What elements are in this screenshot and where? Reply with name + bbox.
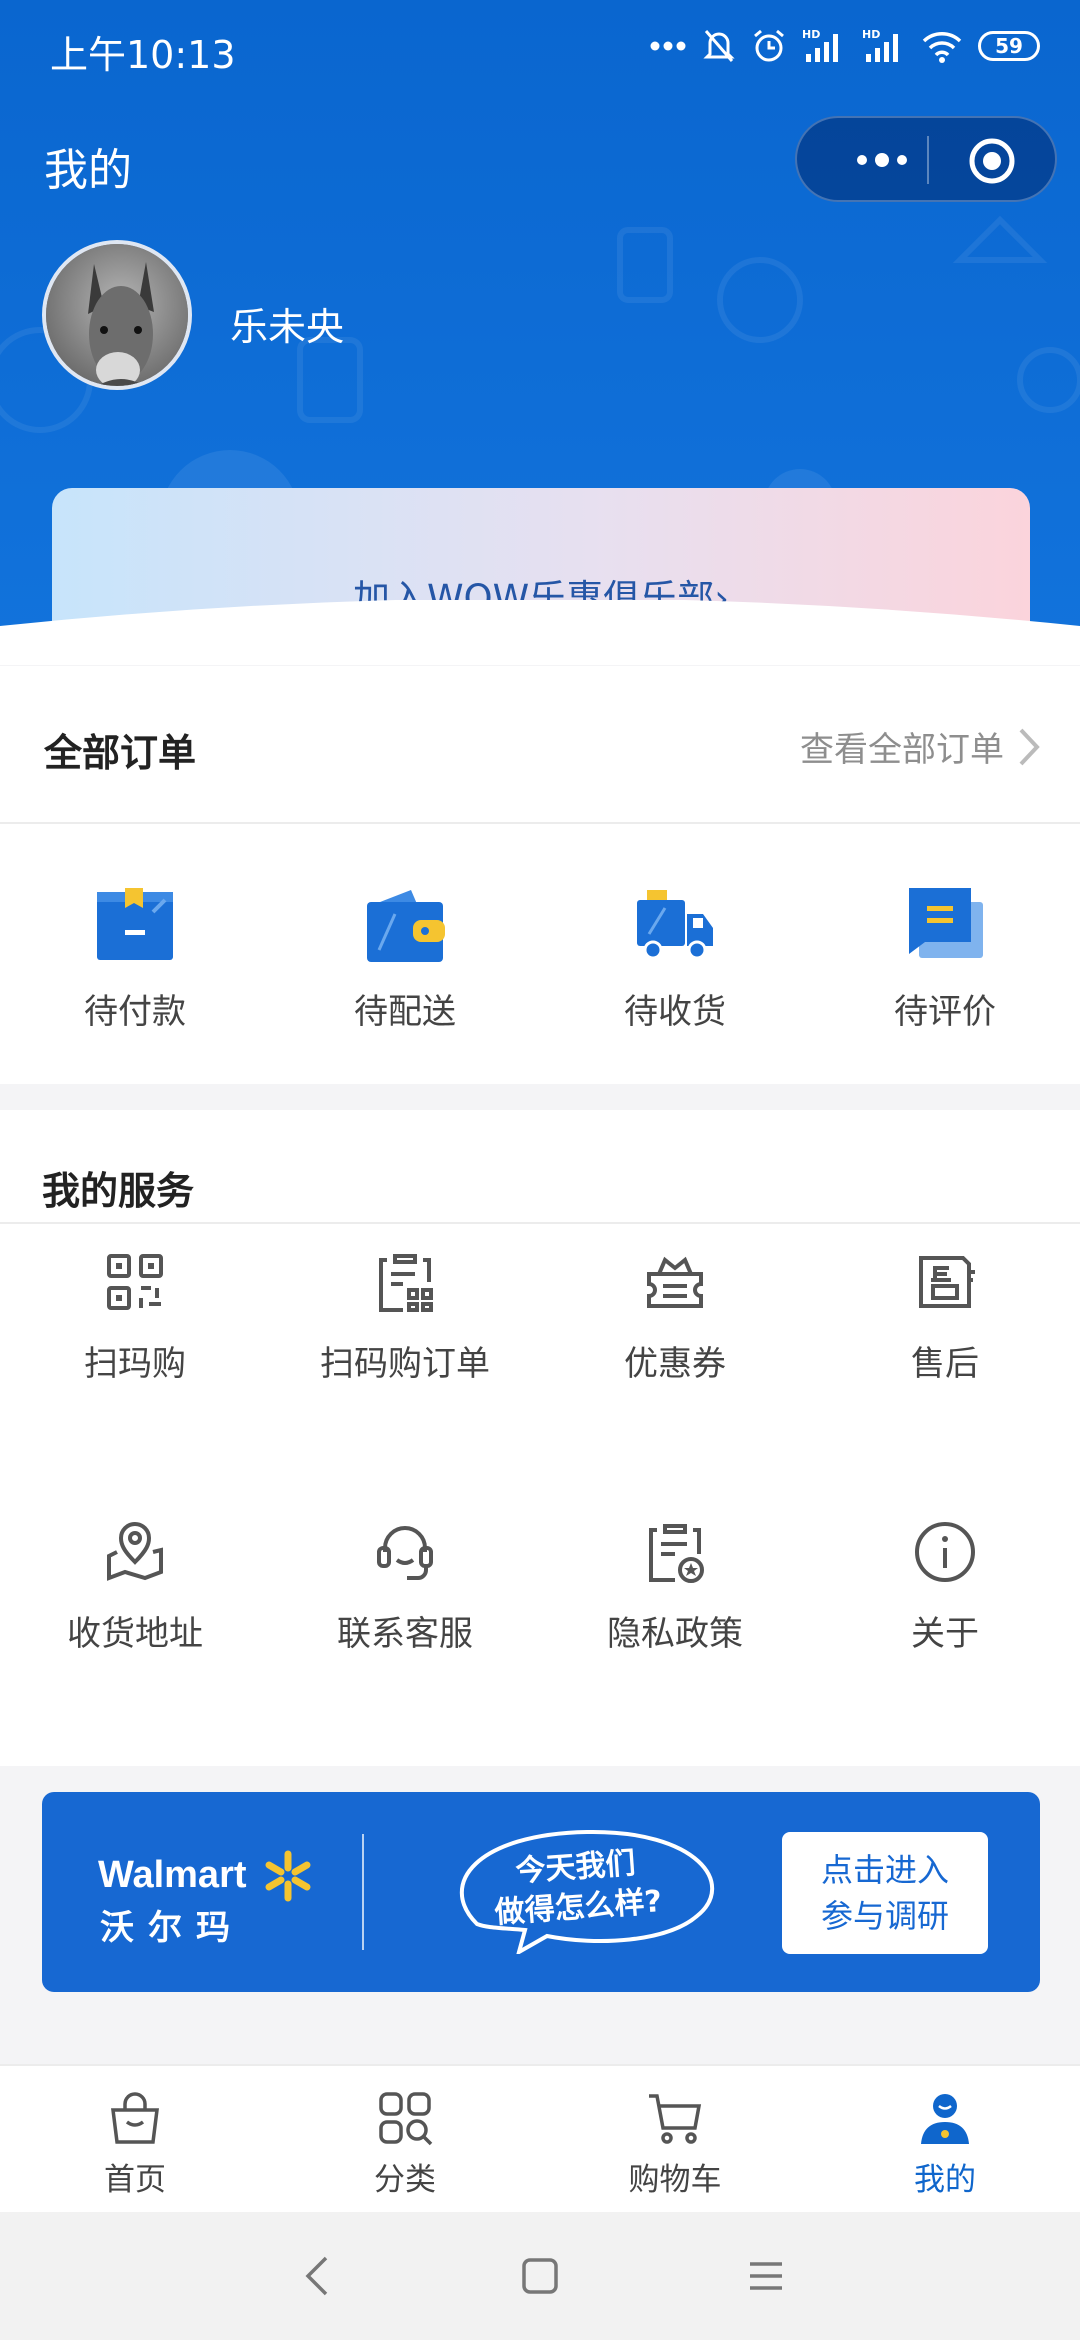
banner-divider: [362, 1834, 364, 1950]
service-label: 联系客服: [337, 1614, 473, 1654]
survey-button-line-1: 点击进入: [820, 1851, 949, 1889]
box-icon: [97, 888, 173, 960]
services-divider: [0, 1222, 1080, 1224]
survey-button-line-2: 参与调研: [820, 1897, 949, 1935]
alarm-icon: [754, 29, 784, 62]
service-label: 扫码购订单: [320, 1344, 490, 1384]
services-section: 我的服务 扫玛购 扫码购订单 优惠券 售后 收货地址 联系客服 隐私政策 关于: [0, 1110, 1080, 1766]
qr-code-icon: [107, 1254, 163, 1310]
page-title: 我的: [44, 145, 132, 196]
service-after-sales[interactable]: 售后: [810, 1250, 1080, 1385]
username: 乐未央: [230, 305, 345, 349]
survey-button[interactable]: 点击进入 参与调研: [782, 1832, 988, 1954]
service-label: 优惠券: [624, 1344, 726, 1384]
status-bar: 上午10:13 HD HD 59: [0, 0, 1080, 100]
service-privacy-policy[interactable]: 隐私政策: [540, 1520, 810, 1655]
home-square-icon[interactable]: [514, 2250, 566, 2302]
hd-signal-icon: HD: [802, 28, 838, 62]
service-customer-support[interactable]: 联系客服: [270, 1520, 540, 1655]
wallet-icon: [367, 890, 445, 962]
order-label: 待配送: [354, 992, 456, 1032]
status-time: 上午10:13: [50, 33, 236, 77]
info-icon: [915, 1522, 975, 1582]
profile-header: 上午10:13 HD HD 59 我的 乐未央 加入WOW乐惠俱乐部›: [0, 0, 1080, 665]
order-label: 待收货: [624, 992, 726, 1032]
order-label: 待付款: [84, 992, 186, 1032]
tab-mine[interactable]: 我的: [810, 2088, 1080, 2199]
survey-banner[interactable]: Walmart 沃尔玛 今天我们 做得怎么样? 点击进入 参与调研: [42, 1792, 1040, 1992]
service-address[interactable]: 收货地址: [0, 1520, 270, 1655]
orders-title: 全部订单: [44, 731, 197, 775]
walmart-logo-cn: 沃尔玛: [100, 1908, 244, 1948]
shopping-bag-icon: [111, 2092, 159, 2144]
back-icon[interactable]: [292, 2250, 344, 2302]
truck-icon: [637, 890, 713, 960]
tab-label: 分类: [374, 2162, 436, 2198]
avatar[interactable]: [42, 240, 192, 390]
view-all-orders-link[interactable]: 查看全部订单: [800, 722, 1040, 771]
cart-icon: [649, 2094, 702, 2144]
location-map-icon: [107, 1522, 163, 1581]
after-sales-icon: [919, 1256, 975, 1308]
battery-level: 59: [995, 34, 1023, 58]
target-circle-icon[interactable]: [967, 136, 1017, 186]
chevron-right-icon: [1019, 728, 1040, 765]
bubble-text: 今天我们 做得怎么样?: [474, 1841, 679, 1935]
walmart-logo-text: Walmart: [98, 1854, 247, 1896]
qr-order-icon: [379, 1254, 433, 1312]
order-pending-receipt[interactable]: 待收货: [540, 884, 810, 1033]
header-curve: [0, 600, 1080, 665]
privacy-clipboard-icon: [649, 1524, 704, 1583]
headset-icon: [377, 1526, 433, 1580]
service-label: 扫玛购: [84, 1344, 186, 1384]
comment-icon: [909, 888, 983, 958]
service-label: 售后: [911, 1344, 979, 1384]
view-all-orders-label: 查看全部订单: [800, 730, 1004, 770]
order-pending-delivery[interactable]: 待配送: [270, 884, 540, 1033]
more-dots-icon[interactable]: [837, 138, 927, 182]
bottom-tab-bar: 首页 分类 购物车 我的: [0, 2064, 1080, 2214]
tab-category[interactable]: 分类: [270, 2088, 540, 2199]
mute-bell-icon: [703, 30, 735, 62]
tab-cart[interactable]: 购物车: [540, 2088, 810, 2199]
service-scan-buy[interactable]: 扫玛购: [0, 1250, 270, 1385]
order-pending-payment[interactable]: 待付款: [0, 884, 270, 1033]
order-pending-review[interactable]: 待评价: [810, 884, 1080, 1033]
tab-label: 首页: [104, 2162, 166, 2198]
tab-home[interactable]: 首页: [0, 2088, 270, 2199]
tab-label: 购物车: [628, 2162, 722, 2198]
more-dots-icon: [650, 41, 686, 51]
coupon-icon: [647, 1256, 703, 1308]
service-label: 隐私政策: [607, 1614, 743, 1654]
service-coupons[interactable]: 优惠券: [540, 1250, 810, 1385]
service-scan-orders[interactable]: 扫码购订单: [270, 1250, 540, 1385]
svg-text:HD: HD: [862, 28, 880, 41]
wifi-icon: [922, 32, 962, 63]
miniprogram-capsule: [795, 116, 1057, 202]
services-title: 我的服务: [42, 1169, 195, 1213]
status-icons: HD HD 59: [650, 28, 1040, 64]
walmart-spark-icon: [265, 1850, 311, 1902]
service-about[interactable]: 关于: [810, 1520, 1080, 1655]
orders-section: 全部订单 查看全部订单 待付款 待配送 待收货 待评价: [0, 666, 1080, 1084]
order-label: 待评价: [894, 992, 996, 1032]
battery-icon: 59: [978, 31, 1040, 61]
menu-lines-icon[interactable]: [740, 2250, 792, 2302]
hd-signal-icon: HD: [862, 28, 898, 62]
user-icon: [921, 2094, 969, 2144]
capsule-divider: [927, 136, 929, 184]
category-icon: [379, 2092, 433, 2146]
service-label: 收货地址: [67, 1614, 203, 1654]
svg-text:HD: HD: [802, 28, 820, 41]
tab-label: 我的: [914, 2162, 976, 2198]
system-nav-bar: [0, 2212, 1080, 2340]
orders-divider: [0, 822, 1080, 824]
service-label: 关于: [911, 1614, 979, 1654]
